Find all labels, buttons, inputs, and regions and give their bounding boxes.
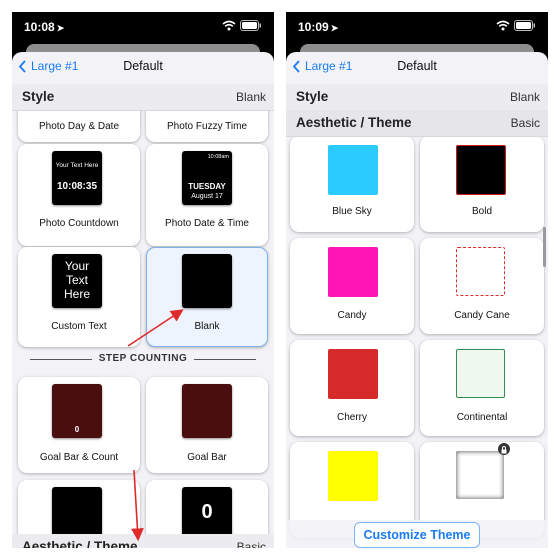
section-value: Basic — [236, 540, 266, 548]
wifi-icon — [222, 20, 236, 31]
blank-preview — [182, 254, 232, 308]
status-time-text: 10:09 — [298, 20, 329, 34]
section-title: Aesthetic / Theme — [22, 539, 138, 548]
status-icons — [222, 20, 262, 31]
preview-step-count: 0 — [74, 425, 80, 434]
custom-text-preview: Your Text Here — [52, 254, 102, 308]
card-label: Goal Bar — [187, 452, 227, 463]
preview-day: TUESDAY — [188, 182, 226, 191]
preview-time: 10:08am — [207, 154, 229, 160]
goal-bar-preview — [182, 384, 232, 438]
style-card-custom-text[interactable]: Your Text Here Custom Text — [18, 247, 140, 347]
card-label: Cherry — [336, 412, 367, 423]
divider-label: STEP COUNTING — [98, 353, 188, 364]
status-time-text: 10:08 — [24, 20, 55, 34]
aesthetic-theme-section-header[interactable]: Aesthetic / Theme Basic — [286, 110, 548, 137]
theme-swatch — [456, 349, 505, 398]
section-title: Style — [296, 89, 329, 104]
status-time: 10:08 ➤ — [24, 20, 64, 34]
card-label: Bold — [471, 206, 492, 217]
wifi-icon — [496, 20, 510, 31]
section-divider-step-counting: STEP COUNTING — [12, 352, 274, 366]
card-label: Continental — [456, 412, 508, 423]
back-button[interactable]: Large #1 — [292, 59, 352, 73]
location-arrow-icon: ➤ — [330, 23, 339, 33]
chevron-left-icon — [292, 59, 300, 73]
status-icons — [496, 20, 536, 31]
card-label: Candy — [337, 310, 367, 321]
section-value: Basic — [510, 116, 540, 130]
card-label: Blue Sky — [332, 206, 372, 217]
battery-icon — [514, 20, 535, 31]
status-time: 10:09 ➤ — [298, 20, 338, 34]
navigation-bar: Large #1 Default — [12, 52, 274, 82]
phone-screenshot-right: 10:09 ➤ Large #1 Default Style Blank Blu… — [286, 12, 548, 548]
preview-step-count: 0 — [201, 501, 213, 523]
theme-swatch — [328, 247, 378, 297]
card-label: Candy Cane — [454, 310, 510, 321]
style-section-header[interactable]: Style Blank — [286, 84, 548, 111]
theme-swatch — [456, 247, 505, 296]
theme-swatch — [328, 349, 378, 399]
section-value: Blank — [509, 90, 540, 104]
partial-preview: 0 — [182, 487, 232, 541]
theme-swatch — [328, 145, 378, 195]
aesthetic-theme-section-header[interactable]: Aesthetic / Theme Basic — [12, 534, 274, 548]
style-card-photo-countdown[interactable]: Your Text Here 10:08:35 Photo Countdown — [18, 144, 140, 246]
preview-line: Here — [63, 287, 90, 301]
back-button-label: Large #1 — [305, 59, 353, 73]
location-arrow-icon: ➤ — [56, 23, 65, 33]
card-label: Photo Countdown — [39, 218, 119, 229]
preview-line: Text — [65, 273, 88, 287]
navigation-bar: Large #1 Default — [286, 52, 548, 82]
card-label: Custom Text — [51, 321, 107, 332]
preview-caption: Your Text Here — [55, 162, 99, 169]
card-label: Goal Bar & Count — [39, 452, 119, 463]
phone-screenshot-left: 10:08 ➤ Large #1 Default Photo Day & Dat… — [12, 12, 274, 548]
card-label: Photo Date & Time — [165, 218, 249, 229]
status-bar: 10:08 ➤ — [12, 12, 274, 42]
card-label: Photo Fuzzy Time — [166, 121, 248, 132]
back-button[interactable]: Large #1 — [18, 59, 78, 73]
card-label: Photo Day & Date — [38, 121, 120, 132]
status-bar: 10:09 ➤ — [286, 12, 548, 42]
preview-line: Your — [64, 259, 90, 273]
style-card-photo-date-time[interactable]: 10:08am TUESDAY August 17 Photo Date & T… — [146, 144, 268, 246]
scroll-indicator[interactable] — [543, 227, 546, 267]
section-value: Blank — [235, 90, 266, 104]
partial-preview — [52, 487, 102, 541]
settings-sheet: Large #1 Default Photo Day & Date Photo … — [12, 52, 274, 548]
style-card-goal-bar-count[interactable]: 0 Goal Bar & Count — [18, 377, 140, 473]
theme-card-continental[interactable]: Continental — [420, 340, 544, 436]
photo-date-time-preview: 10:08am TUESDAY August 17 — [182, 151, 232, 205]
back-button-label: Large #1 — [31, 59, 79, 73]
theme-card-cherry[interactable]: Cherry — [290, 340, 414, 436]
lock-icon — [498, 443, 510, 455]
customize-theme-button[interactable]: Customize Theme — [354, 522, 480, 548]
preview-countdown-time: 10:08:35 — [56, 181, 98, 192]
section-title: Style — [22, 89, 55, 104]
theme-card-candy-cane[interactable]: Candy Cane — [420, 238, 544, 334]
chevron-left-icon — [18, 59, 26, 73]
theme-card-bold[interactable]: Bold — [420, 136, 544, 232]
theme-swatch — [328, 451, 378, 501]
theme-card-candy[interactable]: Candy — [290, 238, 414, 334]
card-label: Blank — [194, 321, 220, 332]
section-title: Aesthetic / Theme — [296, 115, 412, 130]
style-card-goal-bar[interactable]: Goal Bar — [146, 377, 268, 473]
style-section-header[interactable]: Style Blank — [12, 84, 274, 111]
photo-countdown-preview: Your Text Here 10:08:35 — [52, 151, 102, 205]
preview-date: August 17 — [191, 193, 223, 200]
settings-sheet: Large #1 Default Style Blank Blue Sky Bo… — [286, 52, 548, 548]
theme-card-blue-sky[interactable]: Blue Sky — [290, 136, 414, 232]
theme-swatch — [456, 451, 504, 499]
style-card-blank[interactable]: Blank — [146, 247, 268, 347]
theme-swatch — [456, 145, 506, 195]
battery-icon — [240, 20, 261, 31]
goal-bar-count-preview: 0 — [52, 384, 102, 438]
